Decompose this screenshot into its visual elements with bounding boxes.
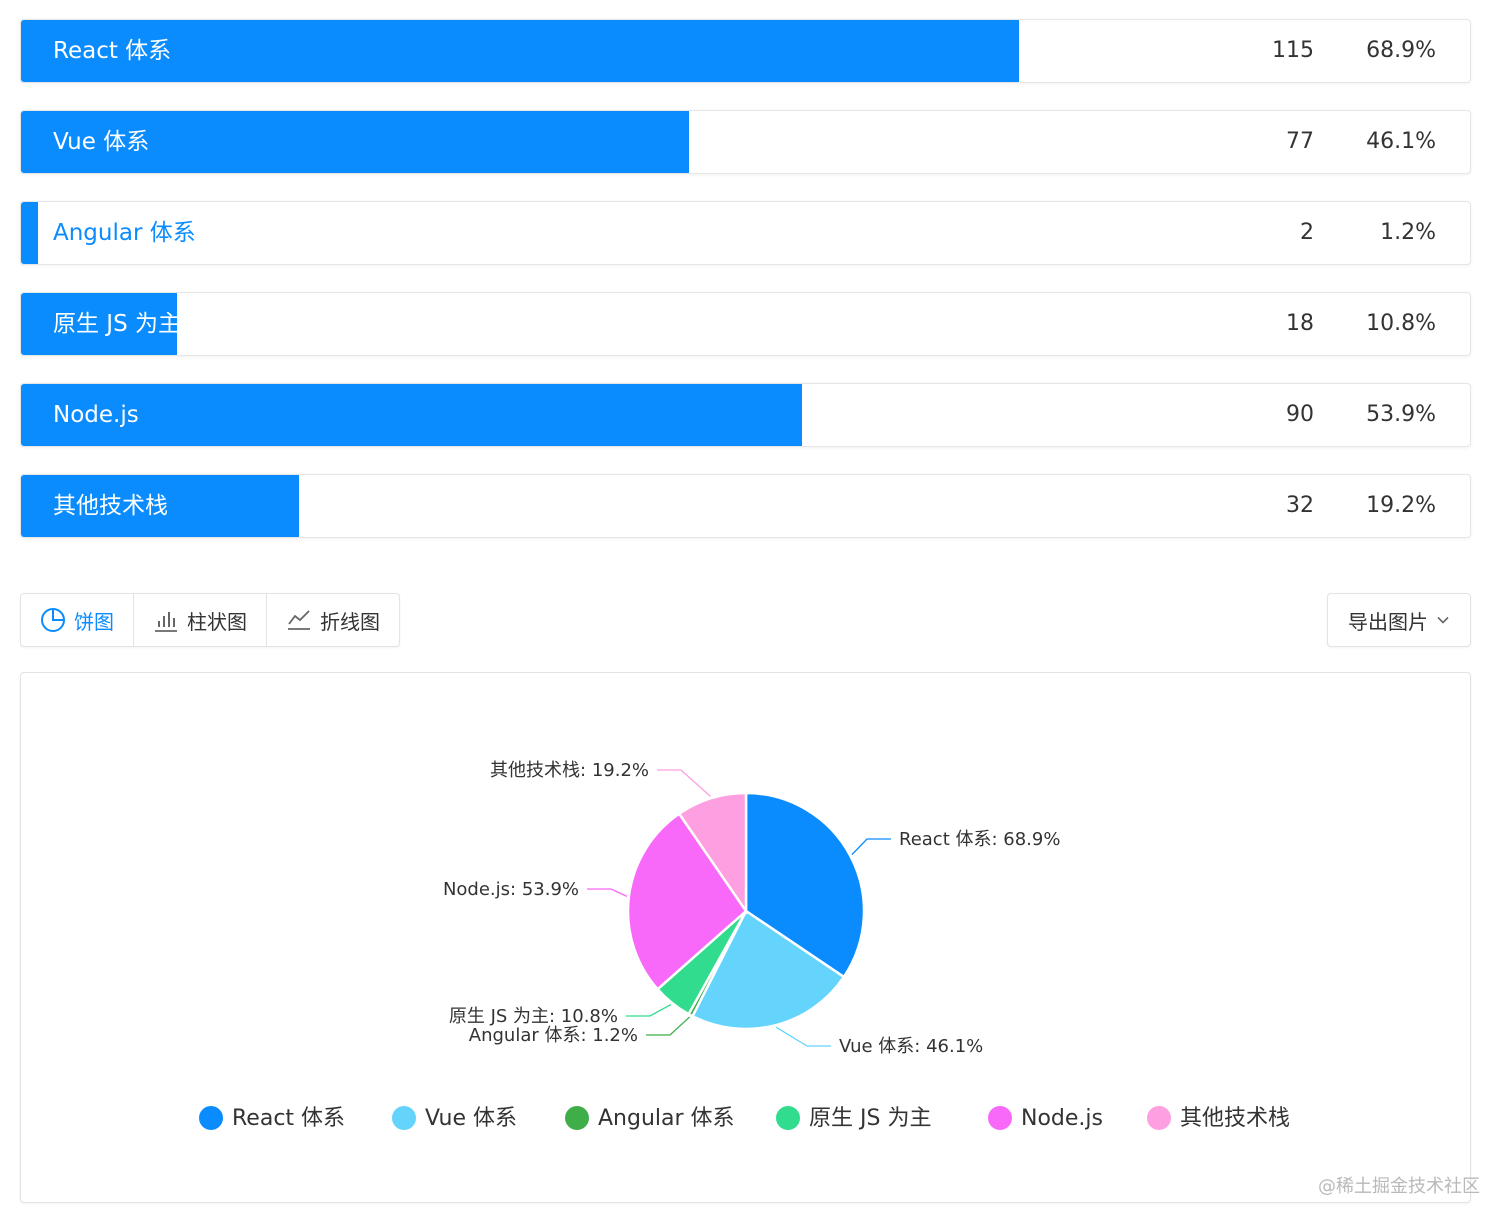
legend-swatch: [776, 1106, 800, 1130]
result-bar-row[interactable]: Node.js 90 53.9%: [20, 383, 1471, 447]
pie-slice-label: 原生 JS 为主: 10.8%: [449, 1006, 618, 1027]
bar-label: 其他技术栈: [53, 493, 168, 519]
export-image-button[interactable]: 导出图片: [1327, 593, 1471, 647]
result-bar-row[interactable]: React 体系 115 68.9%: [20, 19, 1471, 83]
pie-leader-line: [775, 1026, 831, 1047]
bar-percent: 53.9%: [1366, 402, 1436, 427]
bar-percent: 46.1%: [1366, 129, 1436, 154]
pie-slice-label: React 体系: 68.9%: [899, 829, 1060, 850]
legend-swatch: [199, 1106, 223, 1130]
bar-percent: 10.8%: [1366, 311, 1436, 336]
legend-label: Angular 体系: [598, 1106, 735, 1131]
bar-chart-icon: [153, 607, 179, 633]
chart-panel: React 体系: 68.9% Vue 体系: 46.1% Angular 体系: …: [20, 672, 1471, 1203]
tab-label: 饼图: [74, 609, 114, 634]
legend-label: 原生 JS 为主: [809, 1106, 931, 1131]
pie-leader-line: [657, 769, 711, 797]
legend-swatch: [988, 1106, 1012, 1130]
result-bar-row[interactable]: 原生 JS 为主 18 10.8%: [20, 292, 1471, 356]
legend-item[interactable]: Node.js: [988, 1106, 1103, 1131]
bar-label: Vue 体系: [53, 129, 150, 155]
legend-swatch: [1147, 1106, 1171, 1130]
legend-item[interactable]: 其他技术栈: [1147, 1106, 1290, 1131]
legend-label: Vue 体系: [425, 1106, 517, 1131]
pie-leader-line: [587, 888, 628, 897]
pie-slice-label: Angular 体系: 1.2%: [469, 1025, 638, 1046]
chevron-down-icon: [1437, 616, 1449, 624]
pie-slice-label: Node.js: 53.9%: [443, 879, 579, 900]
legend-label: 其他技术栈: [1180, 1106, 1290, 1131]
bar-label: React 体系: [53, 38, 172, 64]
legend-item[interactable]: Angular 体系: [565, 1106, 735, 1131]
result-bar-row[interactable]: Angular 体系 2 1.2%: [20, 201, 1471, 265]
legend-label: Node.js: [1021, 1106, 1103, 1131]
pie-chart-icon: [40, 607, 66, 633]
tab-pie-chart[interactable]: 饼图: [21, 594, 134, 646]
result-bars: React 体系 115 68.9% Vue 体系 77 46.1% Angular 体系 2…: [20, 19, 1471, 565]
tab-bar-chart[interactable]: 柱状图: [134, 594, 267, 646]
tab-label: 折线图: [320, 609, 380, 634]
chart-type-tabs: 饼图 柱状图 折线图: [20, 593, 400, 647]
tab-line-chart[interactable]: 折线图: [267, 594, 399, 646]
legend-item[interactable]: React 体系: [199, 1106, 345, 1131]
bar-count: 2: [1300, 220, 1314, 245]
bar-count: 90: [1286, 402, 1314, 427]
bar-count: 32: [1286, 493, 1314, 518]
pie-leader-line: [646, 1016, 691, 1036]
pie-leader-line: [626, 1003, 672, 1017]
legend-label: React 体系: [232, 1106, 345, 1131]
bar-count: 115: [1272, 38, 1314, 63]
bar-fill: [21, 202, 39, 264]
pie-slice-label: Vue 体系: 46.1%: [839, 1036, 983, 1057]
watermark: @稀土掘金技术社区: [1318, 1176, 1480, 1197]
legend-item[interactable]: 原生 JS 为主: [776, 1106, 931, 1131]
result-bar-row[interactable]: 其他技术栈 32 19.2%: [20, 474, 1471, 538]
export-label: 导出图片: [1348, 609, 1428, 634]
bar-percent: 1.2%: [1380, 220, 1436, 245]
line-chart-icon: [286, 607, 312, 633]
tab-label: 柱状图: [187, 609, 247, 634]
legend-swatch: [565, 1106, 589, 1130]
result-bar-row[interactable]: Vue 体系 77 46.1%: [20, 110, 1471, 174]
bar-percent: 68.9%: [1366, 38, 1436, 63]
pie-chart: React 体系: 68.9% Vue 体系: 46.1% Angular 体系: …: [199, 760, 1290, 1131]
bar-count: 18: [1286, 311, 1314, 336]
legend-swatch: [392, 1106, 416, 1130]
legend-item[interactable]: Vue 体系: [392, 1106, 517, 1131]
bar-count: 77: [1286, 129, 1314, 154]
pie-leader-line: [851, 838, 891, 856]
bar-label: Node.js: [53, 402, 139, 428]
pie-slice-label: 其他技术栈: 19.2%: [490, 760, 649, 781]
bar-label: 原生 JS 为主: [53, 311, 182, 337]
bar-label: Angular 体系: [53, 220, 196, 246]
bar-percent: 19.2%: [1366, 493, 1436, 518]
